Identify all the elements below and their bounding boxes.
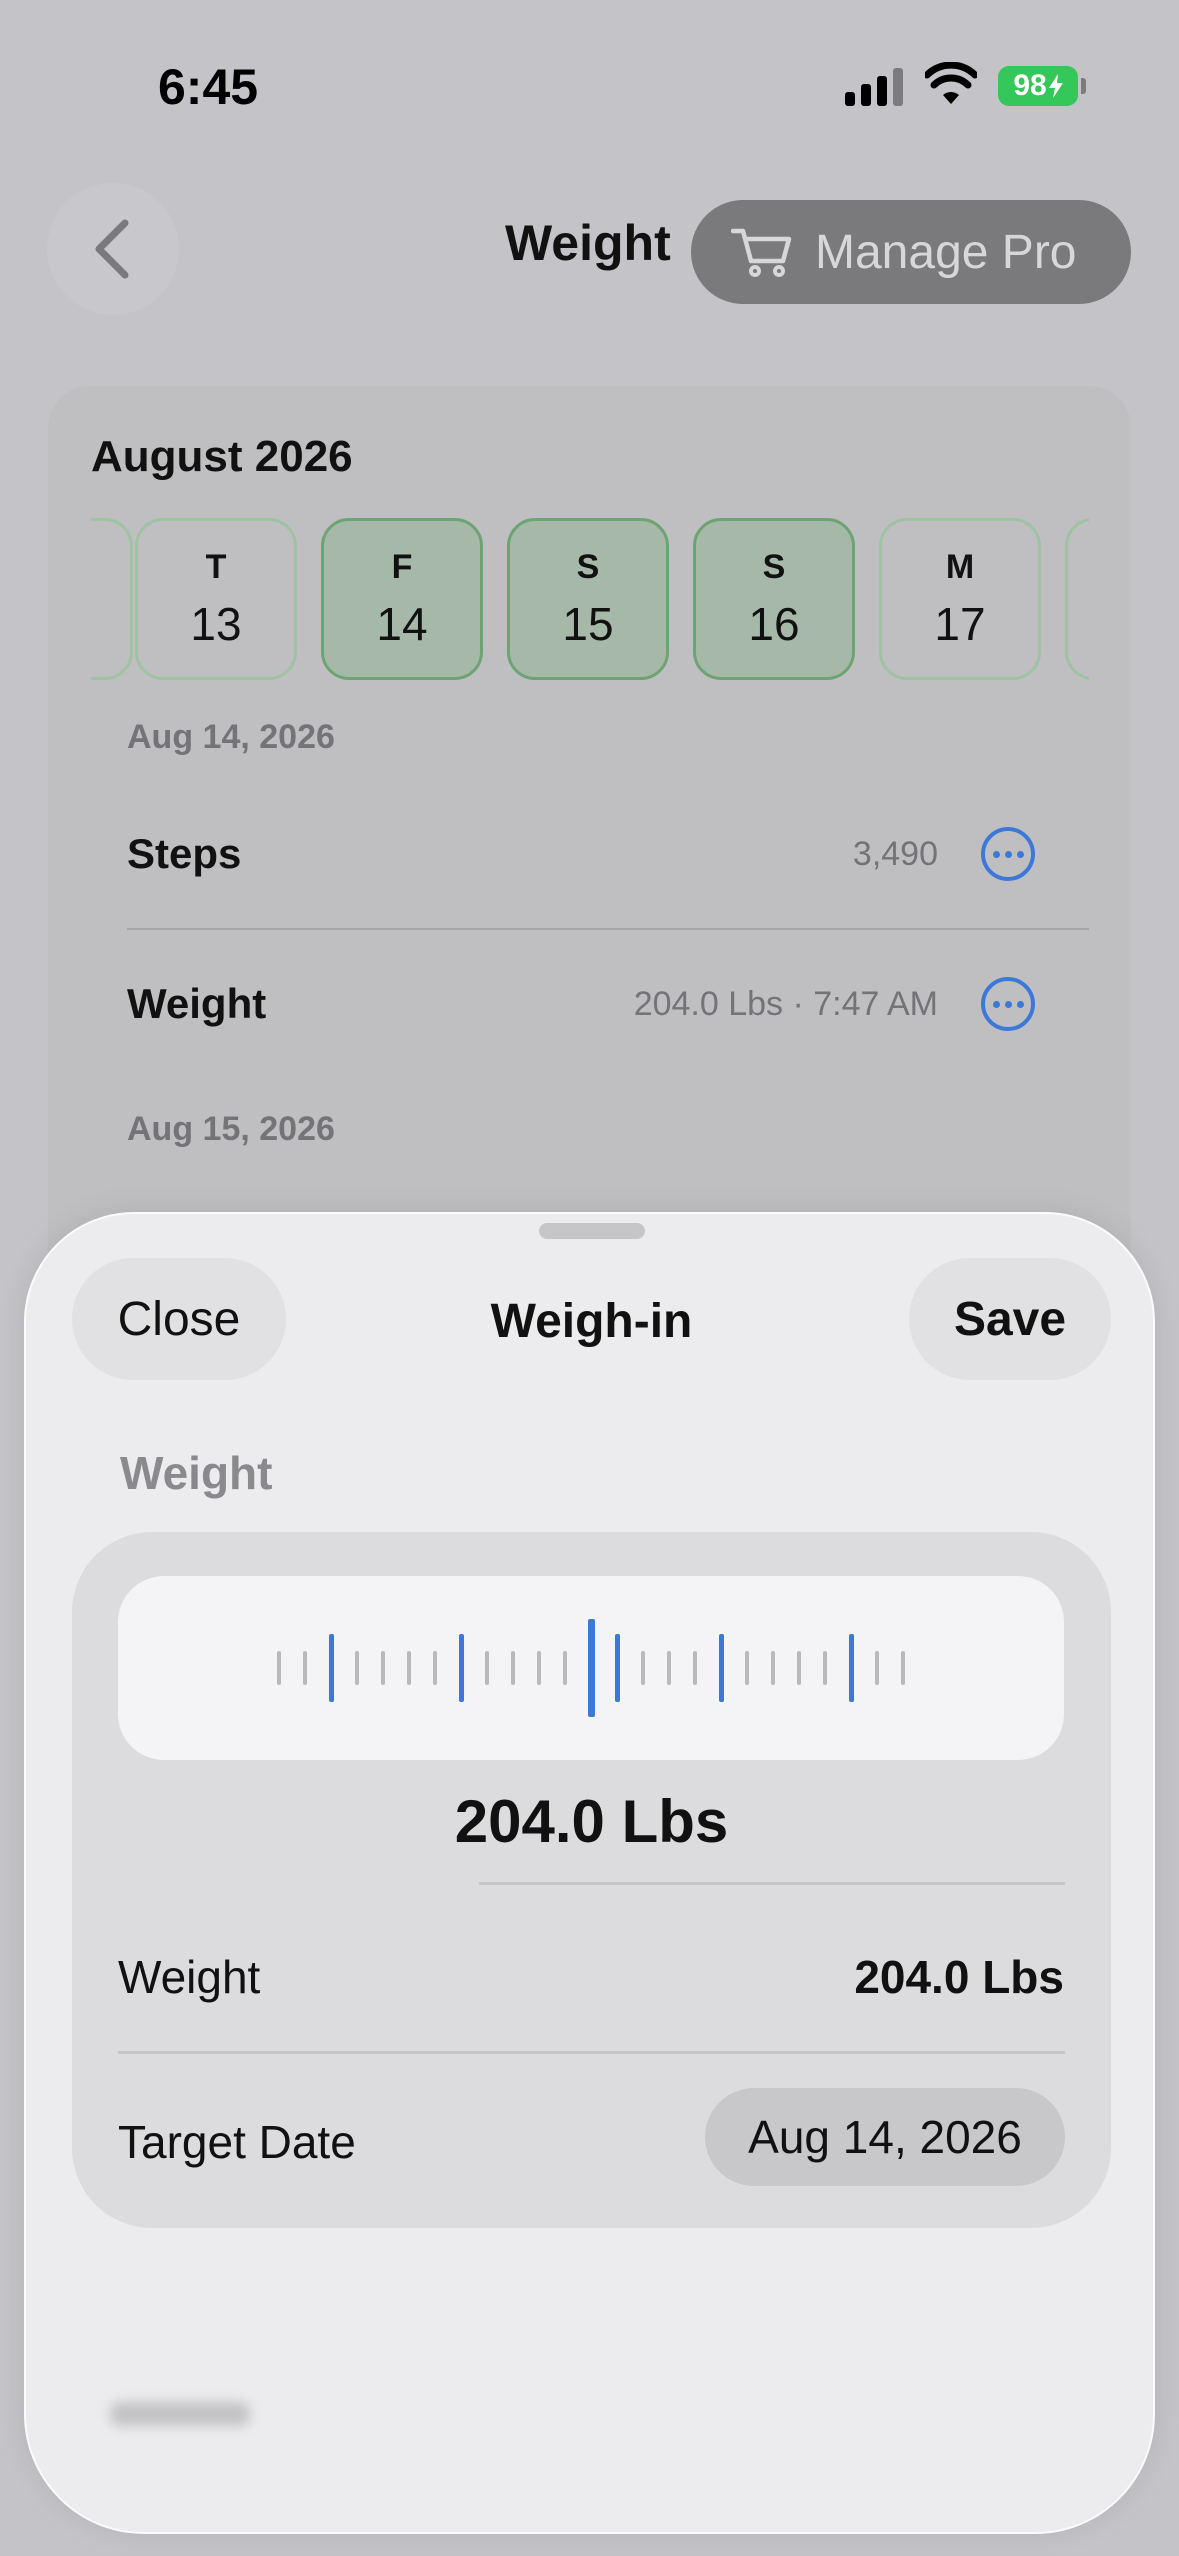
day-letter: T [205, 547, 227, 586]
chevron-left-icon [95, 219, 129, 279]
weight-ruler-slider[interactable] [118, 1576, 1064, 1760]
status-time: 6:45 [158, 59, 259, 115]
weight-row-value: 204.0 Lbs · 7:47 AM [633, 985, 938, 1023]
target-date-label: Target Date [118, 2116, 356, 2168]
day-cell-partial[interactable] [91, 518, 133, 680]
wifi-icon [925, 62, 977, 104]
ruler-tick [745, 1651, 749, 1685]
save-button[interactable]: Save [909, 1258, 1111, 1380]
day-number: 17 [934, 597, 986, 650]
day-cell-selected[interactable]: S 15 [507, 518, 669, 680]
ruler-tick [667, 1651, 671, 1685]
ruler-tick [511, 1651, 515, 1685]
day-strip[interactable]: T 13 F 14 S 15 S 16 M 17 [91, 516, 1089, 682]
day-letter: S [576, 547, 600, 586]
ruler-tick [848, 1634, 854, 1702]
manage-pro-label: Manage Pro [815, 225, 1077, 279]
value-underline [479, 1882, 1065, 1885]
section-label: Weight [120, 1447, 273, 1499]
ruler-tick [797, 1651, 801, 1685]
sheet-grabber[interactable] [539, 1223, 645, 1239]
ruler-tick [901, 1651, 905, 1685]
ruler-tick [381, 1651, 385, 1685]
ruler-tick [485, 1651, 489, 1685]
day-letter: S [762, 547, 786, 586]
target-date-picker[interactable]: Aug 14, 2026 [705, 2088, 1065, 2186]
weight-more-button[interactable] [981, 977, 1035, 1031]
day-cell[interactable]: M 17 [879, 518, 1041, 680]
ruler-tick [277, 1651, 281, 1685]
weight-row-label: Weight [127, 980, 267, 1027]
weigh-in-sheet: Close Weigh-in Save Weight 204.0 Lbs Wei… [24, 1212, 1155, 2534]
day-letter: M [945, 547, 975, 586]
day-number: 15 [562, 597, 614, 650]
steps-more-button[interactable] [981, 827, 1035, 881]
status-bar: 6:45 98 [0, 0, 1179, 170]
ruler-tick [771, 1651, 775, 1685]
ruler-tick [458, 1634, 464, 1702]
back-button[interactable] [47, 183, 179, 315]
day-cell-selected[interactable]: S 16 [693, 518, 855, 680]
row-divider [118, 2051, 1065, 2054]
ruler-tick [433, 1651, 437, 1685]
ruler-tick [823, 1651, 827, 1685]
ruler-value: 204.0 Lbs [454, 1788, 729, 1855]
weight-value: 204.0 Lbs [854, 1951, 1064, 2003]
battery-level: 98 [1013, 69, 1047, 102]
steps-label: Steps [127, 830, 242, 877]
day-cell-partial[interactable] [1065, 518, 1089, 680]
ruler-tick [303, 1651, 307, 1685]
ruler-tick [407, 1651, 411, 1685]
ruler-indicator [587, 1619, 595, 1717]
battery-icon: 98 [998, 66, 1078, 106]
charging-bolt-icon [1048, 74, 1063, 98]
ruler-tick [718, 1634, 724, 1702]
day-letter: F [391, 547, 413, 586]
day-number: 16 [748, 597, 800, 650]
cellular-signal-icon [845, 66, 903, 106]
ruler-tick [693, 1651, 697, 1685]
ruler-tick [537, 1651, 541, 1685]
row-divider [127, 928, 1089, 930]
day-number: 14 [376, 597, 428, 650]
steps-value: 3,490 [852, 835, 938, 873]
weight-label: Weight [118, 1951, 261, 2003]
ruler-tick [355, 1651, 359, 1685]
calendar-month: August 2026 [91, 432, 353, 481]
log-date-header: Aug 15, 2026 [127, 1110, 335, 1148]
battery-cap [1081, 78, 1086, 94]
blurred-background-row [110, 2402, 250, 2426]
day-cell-selected[interactable]: F 14 [321, 518, 483, 680]
day-number: 13 [190, 597, 242, 650]
manage-pro-button[interactable]: Manage Pro [691, 200, 1131, 304]
log-date-header: Aug 14, 2026 [127, 718, 335, 756]
weight-form-card: 204.0 Lbs Weight 204.0 Lbs Target Date A… [72, 1532, 1111, 2228]
cart-icon [731, 228, 792, 277]
ruler-tick [875, 1651, 879, 1685]
ruler-tick [328, 1634, 334, 1702]
page-title: Weight [505, 215, 671, 271]
ruler-tick [641, 1651, 645, 1685]
ruler-tick [563, 1651, 567, 1685]
day-cell[interactable]: T 13 [135, 518, 297, 680]
ruler-tick [614, 1634, 620, 1702]
